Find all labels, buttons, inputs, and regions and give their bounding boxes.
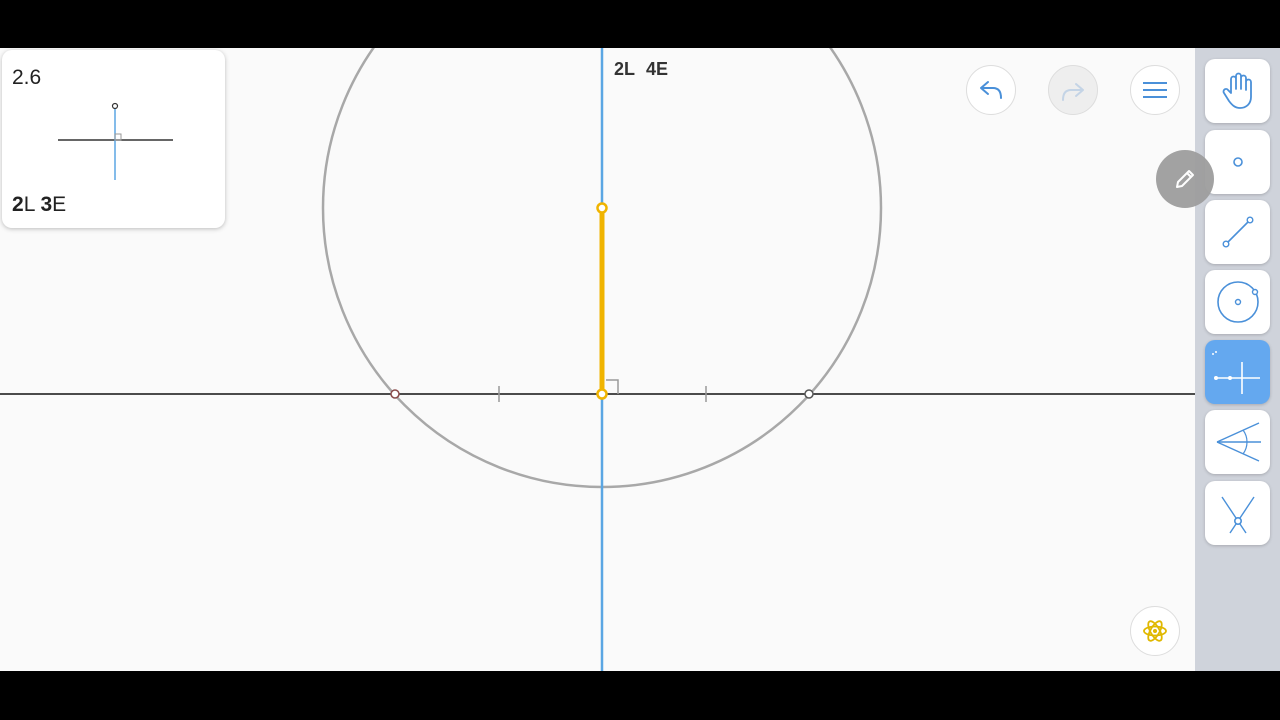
intersection-point-right[interactable]	[804, 389, 814, 399]
menu-button[interactable]	[1130, 65, 1180, 115]
level-number: 2.6	[12, 66, 42, 89]
level-preview-figure	[58, 102, 173, 180]
goal-elements-unit: E	[52, 193, 67, 216]
tool-perpendicular[interactable]	[1205, 340, 1270, 404]
intersection-point-left[interactable]	[390, 389, 400, 399]
hint-button[interactable]	[1130, 606, 1180, 656]
angle-bisector-icon	[1216, 422, 1261, 462]
goal-lines-unit: L	[23, 193, 35, 216]
atom-hint-icon	[1143, 620, 1167, 642]
elements-count: 4E	[646, 59, 669, 79]
move-counter: 2L 4E	[614, 59, 674, 80]
right-angle-marker	[606, 379, 619, 394]
level-goal: 2L 3E	[12, 193, 66, 217]
tool-intersection[interactable]	[1205, 481, 1270, 545]
segment-endpoint-top[interactable]	[596, 202, 608, 214]
circle-icon	[1216, 281, 1259, 323]
tool-circle[interactable]	[1205, 270, 1270, 334]
hand-icon	[1222, 72, 1252, 109]
redo-button[interactable]	[1048, 65, 1098, 115]
perpendicular-icon	[1211, 351, 1260, 394]
goal-lines: 2	[12, 193, 24, 216]
tool-line[interactable]	[1205, 200, 1270, 264]
point-icon	[1232, 157, 1243, 167]
intersection-icon	[1220, 496, 1255, 534]
edit-button[interactable]	[1156, 150, 1214, 208]
undo-arrow-icon	[980, 81, 1002, 99]
undo-button[interactable]	[966, 65, 1016, 115]
lines-count: 2L	[614, 59, 636, 79]
line-icon	[1221, 216, 1254, 248]
segment-endpoint-bottom[interactable]	[596, 388, 608, 400]
hamburger-menu-icon	[1143, 82, 1167, 98]
level-card[interactable]: 2.6 2L 3E	[2, 50, 225, 228]
tool-angle-bisector[interactable]	[1205, 410, 1270, 474]
tool-move[interactable]	[1205, 59, 1270, 123]
pencil-icon	[1176, 170, 1194, 188]
redo-arrow-icon	[1062, 83, 1084, 101]
tool-point[interactable]	[1205, 130, 1270, 194]
goal-elements: 3	[40, 193, 53, 216]
app-screen: 2.6 2L 3E 2L 4E	[0, 48, 1280, 671]
tool-sidebar	[1195, 48, 1280, 671]
